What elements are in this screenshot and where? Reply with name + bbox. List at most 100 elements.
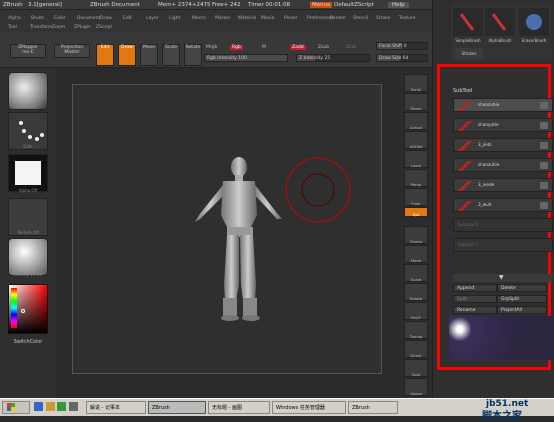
menu-draw[interactable]: Draw — [100, 16, 112, 21]
folder-icon[interactable] — [45, 402, 55, 411]
shelf-floor-button[interactable]: Floor — [404, 188, 428, 206]
shelf-transp-button[interactable]: Transp — [404, 321, 428, 339]
shelf-move-button[interactable]: Move — [404, 245, 428, 263]
projectall-button[interactable]: ProjectAll — [497, 306, 547, 314]
menu-picker[interactable]: Picker — [284, 16, 297, 21]
menu-transform[interactable]: Transform — [30, 25, 52, 30]
desktop-icon[interactable] — [68, 402, 78, 411]
alpha-thumb[interactable] — [8, 154, 48, 192]
alphabrush-thumb[interactable] — [485, 8, 515, 36]
start-button[interactable] — [2, 401, 30, 414]
draw-button[interactable]: Draw — [118, 44, 136, 66]
grpsplit-button[interactable]: GrpSplit — [497, 295, 547, 303]
task-zbrush[interactable]: ZBrush — [148, 401, 206, 414]
ie-icon[interactable] — [34, 402, 43, 411]
shelf-ghost-button[interactable]: Ghost — [404, 340, 428, 358]
rgb-toggle[interactable]: Rgb — [230, 45, 243, 50]
app-icon[interactable] — [57, 402, 67, 411]
split-button[interactable]: Split — [453, 295, 497, 303]
menu-alpha[interactable]: Alpha — [8, 16, 21, 21]
color-cursor[interactable] — [21, 309, 25, 313]
draw-size-slider[interactable]: Draw Size 64 — [376, 54, 428, 62]
menu-material[interactable]: Material — [238, 16, 256, 21]
m-toggle[interactable]: M — [262, 45, 266, 50]
strokes-thumb[interactable]: Strokes — [455, 48, 483, 60]
focal-shift-slider[interactable]: Focal Shift 0 — [376, 42, 428, 50]
subtool-item[interactable]: shanzuhie — [453, 158, 553, 172]
help-button[interactable]: Help — [388, 2, 409, 8]
append-button[interactable]: Append — [453, 284, 497, 292]
menu-render[interactable]: Render — [330, 16, 346, 21]
subtool-item[interactable]: 3_jiedi — [453, 138, 553, 152]
shelf-frame-button[interactable]: Frame — [404, 226, 428, 244]
shelf-scale-button[interactable]: Scale — [404, 264, 428, 282]
zadd-toggle[interactable]: Zadd — [290, 45, 306, 50]
shelf-xpose-button[interactable]: Xpose — [404, 378, 428, 396]
menu-brush[interactable]: Brush — [31, 16, 44, 21]
subtool-item[interactable]: shanyutie — [453, 118, 553, 132]
menu-light[interactable]: Light — [169, 16, 180, 21]
shelf-scroll-button[interactable]: Scroll — [404, 74, 428, 92]
zsub-toggle[interactable]: Zsub — [318, 45, 329, 50]
subtool-empty-slot[interactable]: Subtool 7 — [453, 238, 553, 252]
edit-button[interactable]: Edit — [96, 44, 114, 66]
visibility-toggle-icon[interactable] — [540, 202, 548, 209]
menu-tool[interactable]: Tool — [8, 25, 17, 30]
menu-marker[interactable]: Marker — [215, 16, 231, 21]
delete-button[interactable]: Delete — [497, 284, 547, 292]
shelf-actual-button[interactable]: Actual — [404, 112, 428, 130]
menu-stroke[interactable]: Stroke — [376, 16, 390, 21]
eraserbrush-thumb[interactable] — [519, 8, 549, 36]
menu-movie[interactable]: Movie — [261, 16, 274, 21]
menu-stencil[interactable]: Stencil — [353, 16, 368, 21]
task-taskmanager[interactable]: Windows 任务管理器 — [272, 401, 346, 414]
shelf-polyf-button[interactable]: PolyF — [404, 302, 428, 320]
z-intensity-slider[interactable]: Z Intensity 25 — [296, 54, 370, 62]
menu-zplugin[interactable]: ZPlugin — [74, 25, 91, 30]
shelf-zoom-button[interactable]: Zoom — [404, 93, 428, 111]
shelf-solo-button[interactable]: Solo — [404, 359, 428, 377]
visibility-toggle-icon[interactable] — [540, 182, 548, 189]
simplebrush-thumb[interactable] — [453, 8, 483, 36]
scale-button[interactable]: Scale — [162, 44, 180, 66]
task-notepad[interactable]: 解说 - 记事本 — [86, 401, 146, 414]
document-viewport[interactable] — [72, 84, 382, 374]
menu-document[interactable]: Document — [77, 16, 100, 21]
rotate-button[interactable]: Rotate — [184, 44, 202, 66]
subtool-item[interactable]: shanzuhie — [453, 98, 553, 112]
shelf-aahalf-button[interactable]: AAHalf — [404, 131, 428, 149]
zmapper-button[interactable]: ZMapper rev-E — [10, 44, 46, 58]
shelf-local-button[interactable]: Local — [404, 150, 428, 168]
projection-master-button[interactable]: Projection Master — [54, 44, 90, 58]
shelf-persp-button[interactable]: Persp — [404, 169, 428, 187]
shelf-xyz-button[interactable]: Xyz — [404, 207, 428, 217]
menu-zoom[interactable]: Zoom — [52, 25, 65, 30]
visibility-toggle-icon[interactable] — [540, 102, 548, 109]
mrgb-toggle[interactable]: Mrgb — [206, 45, 217, 50]
visibility-toggle-icon[interactable] — [540, 122, 548, 129]
task-zbrush-2[interactable]: ZBrush — [348, 401, 398, 414]
task-paint[interactable]: 无标题 - 画图 — [208, 401, 270, 414]
subtool-scroll-arrows[interactable]: ▼ — [453, 274, 553, 282]
move-button[interactable]: Move — [140, 44, 158, 66]
switch-color-button[interactable]: SwitchColor — [8, 340, 48, 345]
visibility-toggle-icon[interactable] — [540, 162, 548, 169]
subtool-item[interactable]: 3_wuh — [453, 198, 553, 212]
menus-button[interactable]: Menus — [310, 2, 332, 8]
menu-macro[interactable]: Macro — [192, 16, 206, 21]
menu-layer[interactable]: Layer — [146, 16, 159, 21]
subtool-item[interactable]: 3_xiede — [453, 178, 553, 192]
rgb-intensity-slider[interactable]: Rgb Intensity 100 — [204, 54, 288, 62]
shelf-rotate-button[interactable]: Rotate — [404, 283, 428, 301]
hue-strip[interactable] — [11, 288, 17, 328]
visibility-toggle-icon[interactable] — [540, 142, 548, 149]
rename-button[interactable]: Rename — [453, 306, 497, 314]
color-picker[interactable] — [8, 284, 48, 334]
menu-texture[interactable]: Texture — [399, 16, 415, 21]
arrow-down-icon[interactable]: ▼ — [499, 274, 504, 281]
menu-color[interactable]: Color — [54, 16, 66, 21]
default-zscript-button[interactable]: DefaultZScript — [334, 2, 374, 8]
menu-zscript[interactable]: ZScript — [96, 25, 112, 30]
menu-edit[interactable]: Edit — [123, 16, 132, 21]
zcut-toggle[interactable]: Zcut — [346, 45, 356, 50]
